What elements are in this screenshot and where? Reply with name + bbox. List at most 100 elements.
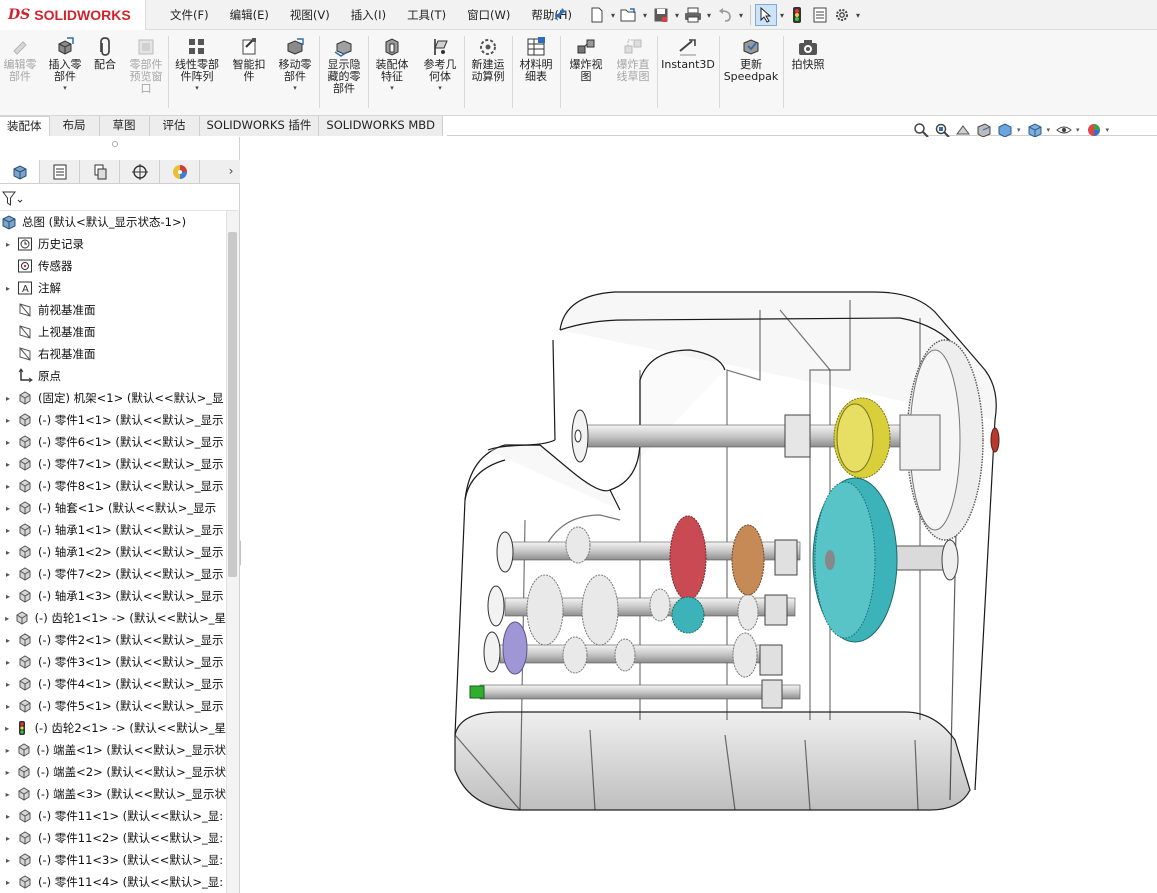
smart-fasteners-button[interactable]: 智能扣 件 bbox=[227, 36, 271, 83]
assembly-3d-model[interactable] bbox=[241, 137, 1157, 893]
menu-insert[interactable]: 插入(I) bbox=[351, 7, 386, 23]
mate-button[interactable]: 配合 bbox=[88, 36, 122, 71]
panel-grip-icon[interactable] bbox=[112, 141, 118, 147]
menu-window[interactable]: 窗口(W) bbox=[467, 7, 510, 23]
expand-arrow-icon[interactable]: ▸ bbox=[0, 812, 16, 821]
select-cursor-icon[interactable] bbox=[755, 4, 777, 26]
expand-arrow-icon[interactable]: ▸ bbox=[0, 438, 16, 447]
gear-teal-small[interactable] bbox=[671, 596, 705, 634]
filter-funnel-icon[interactable] bbox=[2, 191, 24, 207]
instant3d-button[interactable]: Instant3D bbox=[659, 36, 717, 71]
display-manager-tab-icon[interactable] bbox=[160, 160, 200, 183]
tab-solidworks-mbd[interactable]: SOLIDWORKS MBD bbox=[319, 116, 444, 136]
dimxpert-manager-tab-icon[interactable] bbox=[120, 160, 160, 183]
show-hidden-components-button[interactable]: 显示隐 藏的零 部件 bbox=[321, 36, 367, 95]
tab-sketch[interactable]: 草图 bbox=[99, 116, 150, 136]
undo-dropdown-icon[interactable]: ▾ bbox=[736, 11, 746, 20]
tree-item[interactable]: ▸ (-) 零件7<2> (默认<<默认>_显示 bbox=[0, 563, 226, 585]
gear-lavender[interactable] bbox=[502, 621, 528, 675]
tree-item[interactable]: 右视基准面 bbox=[0, 343, 226, 365]
view-orientation-dropdown-icon[interactable]: ▾ bbox=[1017, 126, 1021, 134]
tree-item[interactable]: ▸ (-) 零件2<1> (默认<<默认>_显示 bbox=[0, 629, 226, 651]
move-dropdown-icon[interactable]: ▾ bbox=[273, 84, 317, 92]
print-dropdown-icon[interactable]: ▾ bbox=[704, 11, 714, 20]
linear-component-pattern-button[interactable]: 线性零部 件阵列 ▾ bbox=[170, 36, 224, 92]
menu-file[interactable]: 文件(F) bbox=[170, 7, 209, 23]
tree-item[interactable]: ▸ (-) 轴承1<1> (默认<<默认>_显示 bbox=[0, 519, 226, 541]
new-dropdown-icon[interactable]: ▾ bbox=[608, 11, 618, 20]
expand-arrow-icon[interactable]: ▸ bbox=[0, 702, 16, 711]
open-folder-icon[interactable] bbox=[618, 4, 640, 26]
options-gear-icon[interactable] bbox=[831, 4, 853, 26]
tree-item[interactable]: ▸ (-) 轴承1<3> (默认<<默认>_显示 bbox=[0, 585, 226, 607]
end-cap-red[interactable] bbox=[990, 427, 1000, 453]
tab-assembly[interactable]: 装配体 bbox=[0, 116, 50, 136]
appearance-dropdown-icon[interactable]: ▾ bbox=[1106, 126, 1110, 134]
tree-item[interactable]: ▸ (-) 零件11<2> (默认<<默认>_显: bbox=[0, 827, 226, 849]
open-dropdown-icon[interactable]: ▾ bbox=[640, 11, 650, 20]
expand-arrow-icon[interactable]: ▸ bbox=[0, 526, 16, 535]
tree-item[interactable]: 上视基准面 bbox=[0, 321, 226, 343]
tree-item[interactable]: ▸ (-) 齿轮1<1> -> (默认<<默认>_星 bbox=[0, 607, 226, 629]
take-snapshot-button[interactable]: 拍快照 bbox=[785, 36, 831, 71]
tree-item[interactable]: ▸ (-) 端盖<3> (默认<<默认>_显示状 bbox=[0, 783, 226, 805]
tree-item[interactable]: ▸ (-) 零件6<1> (默认<<默认>_显示 bbox=[0, 431, 226, 453]
pattern-dropdown-icon[interactable]: ▾ bbox=[170, 84, 224, 92]
tree-item[interactable]: ▸ (-) 零件7<1> (默认<<默认>_显示 bbox=[0, 453, 226, 475]
move-component-button[interactable]: 移动零 部件 ▾ bbox=[273, 36, 317, 92]
expand-arrow-icon[interactable]: ▸ bbox=[0, 240, 16, 249]
reference-geometry-button[interactable]: 参考几 何体 ▾ bbox=[418, 36, 462, 92]
tab-evaluate[interactable]: 评估 bbox=[149, 116, 200, 136]
tree-item[interactable]: ▸ (-) 零件11<1> (默认<<默认>_显: bbox=[0, 805, 226, 827]
tab-solidworks-addins[interactable]: SOLIDWORKS 插件 bbox=[199, 116, 320, 136]
expand-arrow-icon[interactable]: ▸ bbox=[0, 416, 16, 425]
menu-edit[interactable]: 编辑(E) bbox=[230, 7, 269, 23]
tab-layout[interactable]: 布局 bbox=[49, 116, 100, 136]
configuration-manager-tab-icon[interactable] bbox=[80, 160, 120, 183]
save-icon[interactable] bbox=[650, 4, 672, 26]
new-motion-study-button[interactable]: 新建运 动算例 bbox=[466, 36, 510, 83]
expand-arrow-icon[interactable]: ▸ bbox=[0, 284, 16, 293]
component-preview-button[interactable]: 零部件 预览窗 口 bbox=[124, 36, 168, 95]
expand-arrow-icon[interactable]: ▸ bbox=[0, 878, 16, 887]
insert-dropdown-icon[interactable]: ▾ bbox=[44, 84, 86, 92]
expand-arrow-icon[interactable]: ▸ bbox=[0, 548, 16, 557]
tree-item[interactable]: ▸ (-) 零件1<1> (默认<<默认>_显示 bbox=[0, 409, 226, 431]
tree-item[interactable]: ▸ (-) 齿轮2<1> -> (默认<<默认>_星 bbox=[0, 717, 226, 739]
expand-arrow-icon[interactable]: ▸ bbox=[0, 834, 16, 843]
more-tabs-chevron-icon[interactable]: › bbox=[222, 160, 240, 183]
expand-arrow-icon[interactable]: ▸ bbox=[0, 724, 14, 733]
tree-item[interactable]: ▸ (-) 轴承1<2> (默认<<默认>_显示 bbox=[0, 541, 226, 563]
tree-item[interactable]: ▸ (-) 零件3<1> (默认<<默认>_显示 bbox=[0, 651, 226, 673]
tree-item[interactable]: ▸ (-) 端盖<1> (默认<<默认>_显示状 bbox=[0, 739, 226, 761]
save-dropdown-icon[interactable]: ▾ bbox=[672, 11, 682, 20]
tree-item[interactable]: ▸ A 注解 bbox=[0, 277, 226, 299]
gear-teal-large[interactable] bbox=[812, 477, 898, 643]
gear-tan[interactable] bbox=[731, 524, 765, 596]
update-speedpak-button[interactable]: 更新 Speedpak bbox=[721, 36, 781, 83]
tree-item[interactable]: ▸ (-) 轴套<1> (默认<<默认>_显示 bbox=[0, 497, 226, 519]
tree-item[interactable]: ▸ (固定) 机架<1> (默认<<默认>_显 bbox=[0, 387, 226, 409]
options-dropdown-icon[interactable]: ▾ bbox=[853, 11, 863, 20]
menu-tools[interactable]: 工具(T) bbox=[407, 7, 446, 23]
expand-arrow-icon[interactable]: ▸ bbox=[0, 394, 16, 403]
reference-geometry-dropdown-icon[interactable]: ▾ bbox=[418, 84, 462, 92]
tree-item[interactable]: 前视基准面 bbox=[0, 299, 226, 321]
bill-of-materials-button[interactable]: 材料明 细表 bbox=[514, 36, 558, 83]
tree-item[interactable]: ▸ (-) 零件11<3> (默认<<默认>_显: bbox=[0, 849, 226, 871]
tree-item[interactable]: ▸ (-) 零件8<1> (默认<<默认>_显示 bbox=[0, 475, 226, 497]
input-shaft[interactable] bbox=[469, 679, 801, 709]
tree-item[interactable]: ▸ (-) 零件4<1> (默认<<默认>_显示 bbox=[0, 673, 226, 695]
undo-icon[interactable] bbox=[714, 4, 736, 26]
print-icon[interactable] bbox=[682, 4, 704, 26]
expand-arrow-icon[interactable]: ▸ bbox=[0, 570, 16, 579]
rebuild-traffic-light-icon[interactable] bbox=[787, 4, 809, 26]
tree-item[interactable]: 原点 bbox=[0, 365, 226, 387]
expand-arrow-icon[interactable]: ▸ bbox=[0, 614, 14, 623]
tree-item[interactable]: ▸ 历史记录 bbox=[0, 233, 226, 255]
new-document-icon[interactable] bbox=[586, 4, 608, 26]
tree-item[interactable]: ▸ (-) 零件5<1> (默认<<默认>_显示 bbox=[0, 695, 226, 717]
assembly-features-dropdown-icon[interactable]: ▾ bbox=[370, 84, 414, 92]
expand-arrow-icon[interactable]: ▸ bbox=[0, 460, 16, 469]
exploded-view-button[interactable]: 爆炸视 图 bbox=[562, 36, 610, 83]
